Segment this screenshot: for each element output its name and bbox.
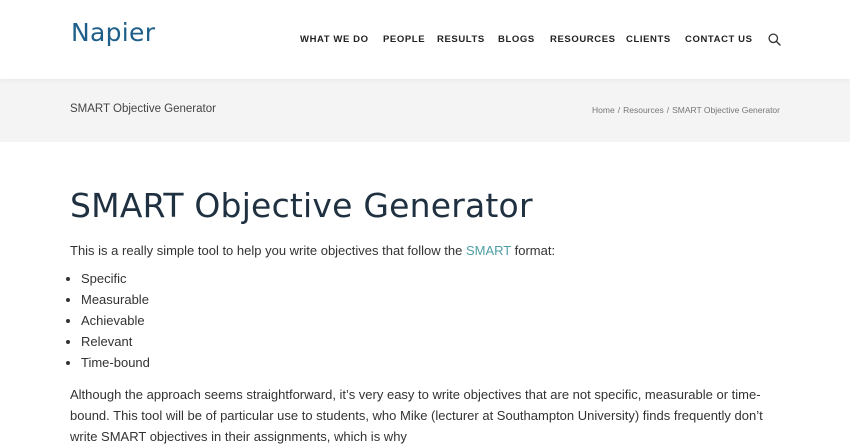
nav-contact-us[interactable]: CONTACT US bbox=[685, 34, 753, 45]
body-paragraph: Although the approach seems straightforw… bbox=[70, 387, 763, 444]
page-title-small: SMART Objective Generator bbox=[70, 103, 216, 115]
breadcrumb-resources[interactable]: Resources bbox=[623, 105, 664, 115]
list-item: Achievable bbox=[81, 310, 770, 331]
breadcrumb-home[interactable]: Home bbox=[592, 105, 615, 115]
list-item: Time-bound bbox=[81, 352, 770, 373]
nav-resources[interactable]: RESOURCES bbox=[550, 34, 616, 45]
smart-criteria-list: Specific Measurable Achievable Relevant … bbox=[70, 268, 770, 373]
nav-results[interactable]: RESULTS bbox=[437, 34, 485, 45]
nav-what-we-do[interactable]: WHAT WE DO bbox=[300, 34, 369, 45]
list-item: Relevant bbox=[81, 331, 770, 352]
napier-logo[interactable]: Napier bbox=[71, 18, 155, 47]
intro-text-start: This is a really simple tool to help you… bbox=[70, 243, 466, 258]
page-title-bar: SMART Objective Generator Home / Resources… bbox=[0, 79, 850, 142]
intro-text: This is a really simple tool to help you… bbox=[70, 242, 770, 260]
nav-people[interactable]: PEOPLE bbox=[383, 34, 425, 45]
breadcrumb-separator: / bbox=[666, 105, 670, 115]
list-item: Measurable bbox=[81, 289, 770, 310]
site-header: Napier WHAT WE DO PEOPLE RESULTS BLOGS R… bbox=[0, 0, 850, 79]
breadcrumb-separator: / bbox=[617, 105, 621, 115]
main-content: SMART Objective Generator This is a real… bbox=[70, 184, 770, 447]
nav-clients[interactable]: CLIENTS bbox=[626, 34, 671, 45]
page-heading: SMART Objective Generator bbox=[70, 186, 533, 225]
intro-text-end: format: bbox=[511, 243, 556, 258]
search-icon[interactable] bbox=[768, 33, 781, 46]
breadcrumb-current: SMART Objective Generator bbox=[672, 105, 780, 115]
breadcrumb: Home / Resources / SMART Objective Generator bbox=[592, 105, 780, 115]
nav-blogs[interactable]: BLOGS bbox=[498, 34, 535, 45]
smart-link[interactable]: SMART bbox=[466, 243, 511, 258]
list-item: Specific bbox=[81, 268, 770, 289]
